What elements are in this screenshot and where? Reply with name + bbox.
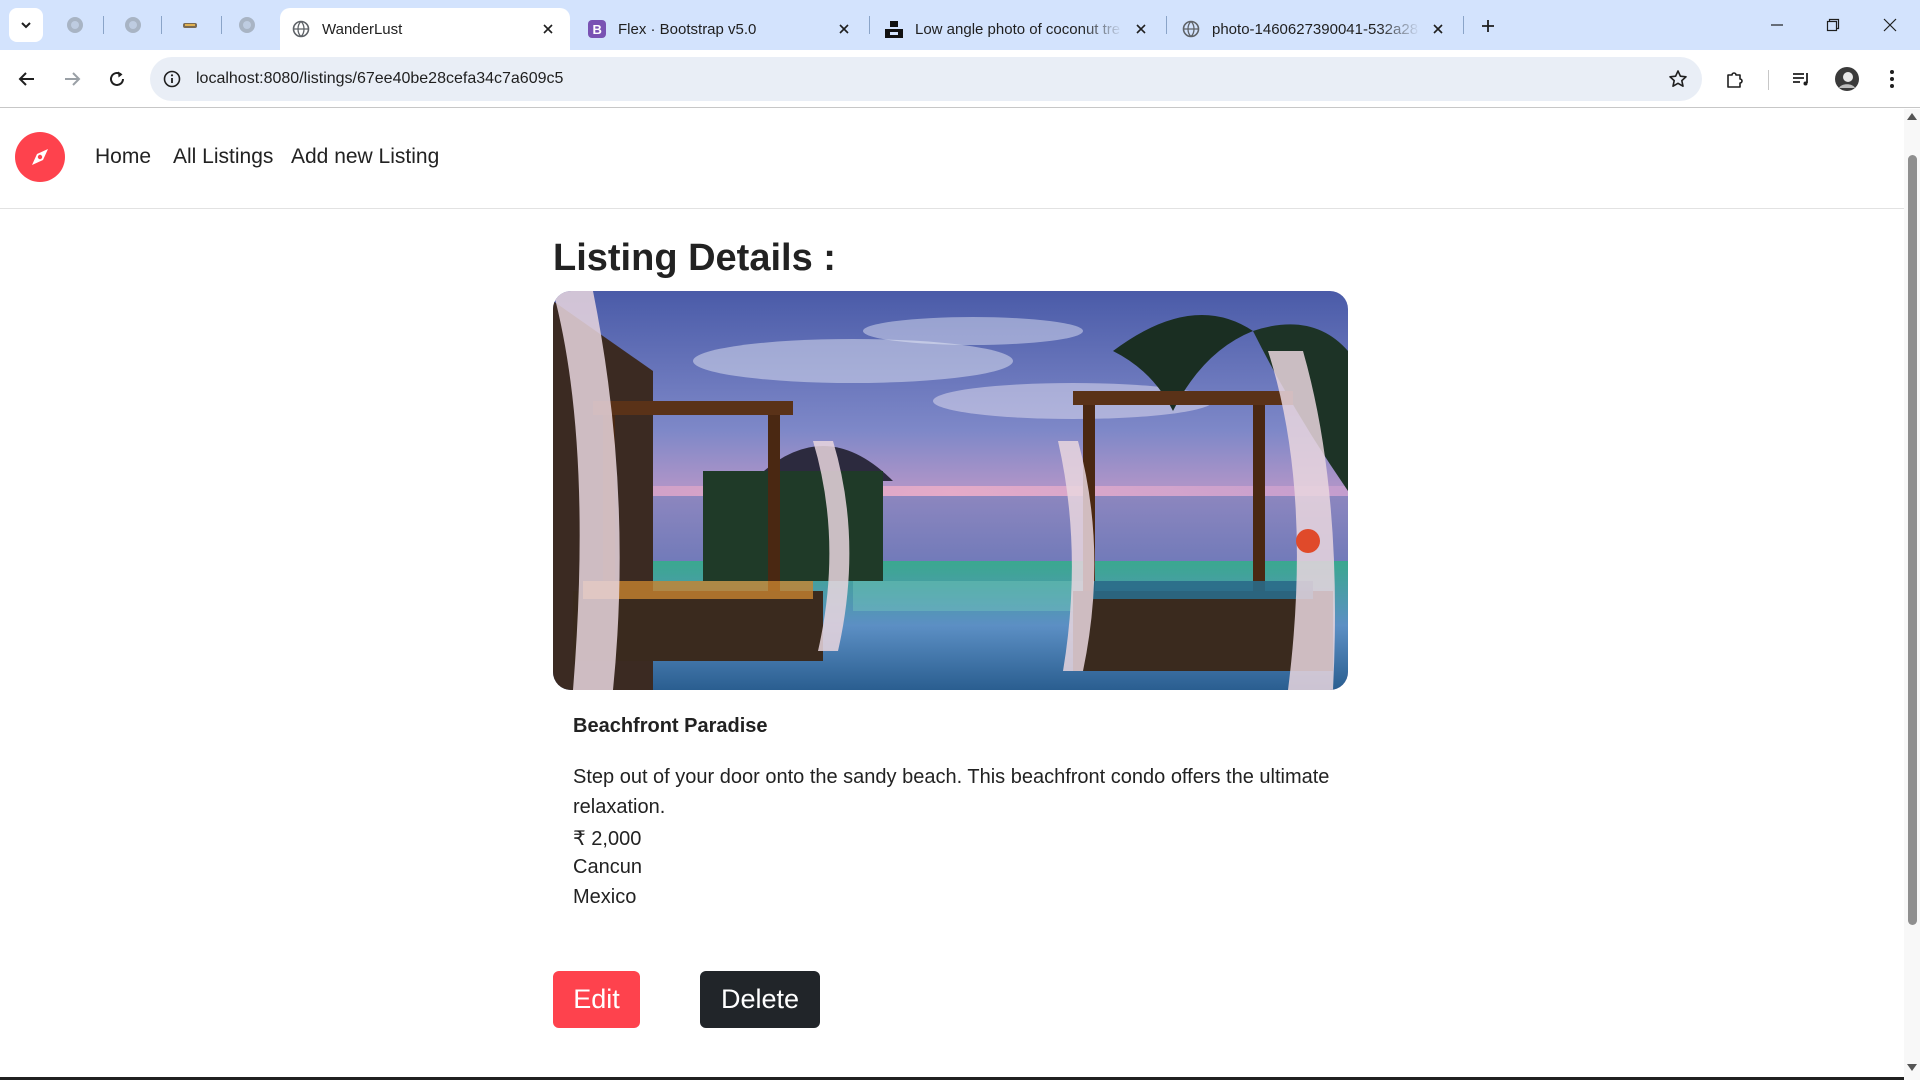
profile-avatar[interactable] [1830, 62, 1864, 96]
tab-wanderlust[interactable]: WanderLust [280, 8, 570, 50]
reload-icon [110, 71, 124, 86]
nav-all-listings-link[interactable]: All Listings [173, 145, 273, 169]
delete-button[interactable]: Delete [700, 971, 820, 1028]
tab-bootstrap[interactable]: B Flex · Bootstrap v5.0 [576, 8, 866, 50]
puzzle-icon [1727, 72, 1743, 88]
close-icon[interactable] [538, 19, 558, 39]
chevron-down-icon [21, 22, 31, 29]
restore-icon [1826, 18, 1840, 32]
pinned-tab-1[interactable] [62, 12, 88, 38]
scroll-up-arrow-icon[interactable] [1907, 113, 1917, 120]
listing-photo [553, 291, 1348, 690]
listing-image [553, 291, 1348, 690]
arrow-left-icon [18, 72, 34, 86]
listing-location: Cancun [573, 856, 642, 878]
playlist-icon [1793, 73, 1808, 86]
close-icon [1883, 18, 1897, 32]
more-vertical-icon [1890, 70, 1894, 88]
address-bar[interactable]: localhost:8080/listings/67ee40be28cefa34… [150, 57, 1702, 101]
avatar-icon [1835, 67, 1859, 91]
tab-separator [103, 16, 104, 34]
pinned-tab-4[interactable] [234, 12, 260, 38]
pinned-tab-2[interactable] [120, 12, 146, 38]
close-icon[interactable] [1428, 19, 1448, 39]
tab-photo[interactable]: photo-1460627390041-532a28 [1170, 8, 1460, 50]
globe-icon [67, 17, 83, 33]
new-tab-button[interactable] [1474, 12, 1502, 40]
forward-button[interactable] [55, 62, 89, 96]
bookmark-star-icon[interactable] [1668, 69, 1688, 89]
tab-separator [869, 16, 870, 34]
tab-unsplash[interactable]: Low angle photo of coconut tre [873, 8, 1163, 50]
tab-title: Flex · Bootstrap v5.0 [618, 20, 757, 38]
page-viewport: Home All Listings Add new Listing Listin… [0, 109, 1904, 1080]
restore-button[interactable] [1813, 8, 1853, 42]
page-scrollbar[interactable] [1904, 109, 1920, 1080]
tab-title: Low angle photo of coconut tre [915, 20, 1121, 38]
media-controls-button[interactable] [1784, 62, 1818, 96]
svg-text:B: B [593, 22, 602, 37]
scroll-down-arrow-icon[interactable] [1907, 1064, 1917, 1071]
app-icon [183, 23, 197, 28]
globe-icon [125, 17, 141, 33]
minimize-icon [1771, 24, 1783, 26]
tab-title: photo-1460627390041-532a28 [1212, 20, 1419, 38]
close-icon[interactable] [1131, 19, 1151, 39]
plus-icon [1482, 20, 1494, 32]
globe-icon [1182, 20, 1200, 38]
listing-price: ₹ 2,000 [573, 828, 642, 850]
url-text[interactable]: localhost:8080/listings/67ee40be28cefa34… [196, 70, 563, 88]
pinned-tab-3[interactable] [177, 12, 203, 38]
listing-title: Beachfront Paradise [573, 715, 768, 737]
listing-country: Mexico [573, 886, 637, 908]
edit-button[interactable]: Edit [553, 971, 640, 1028]
menu-button[interactable] [1875, 62, 1909, 96]
toolbar-separator [1768, 70, 1769, 90]
back-button[interactable] [10, 62, 44, 96]
page-title: Listing Details : [553, 237, 836, 279]
site-navbar: Home All Listings Add new Listing [0, 109, 1904, 209]
tab-separator [161, 16, 162, 34]
tab-title: WanderLust [322, 20, 403, 38]
tab-separator [1166, 16, 1167, 34]
tab-separator [221, 16, 222, 34]
close-icon[interactable] [834, 19, 854, 39]
extensions-button[interactable] [1718, 62, 1752, 96]
nav-home-link[interactable]: Home [95, 145, 151, 169]
arrow-right-icon [65, 72, 81, 86]
browser-tab-strip: WanderLust B Flex · Bootstrap v5.0 Low a… [0, 0, 1920, 50]
scrollbar-thumb[interactable] [1908, 155, 1917, 925]
globe-icon [292, 20, 310, 38]
globe-icon [239, 17, 255, 33]
reload-button[interactable] [100, 62, 134, 96]
close-window-button[interactable] [1870, 8, 1910, 42]
compass-icon[interactable] [15, 132, 65, 182]
unsplash-icon [885, 20, 903, 38]
bootstrap-icon: B [588, 20, 606, 38]
tab-separator [1463, 16, 1464, 34]
listing-description: Step out of your door onto the sandy bea… [573, 766, 1330, 818]
info-icon[interactable] [162, 69, 182, 89]
nav-add-listing-link[interactable]: Add new Listing [291, 145, 439, 169]
minimize-button[interactable] [1757, 8, 1797, 42]
tab-search-button[interactable] [9, 8, 43, 42]
browser-toolbar: localhost:8080/listings/67ee40be28cefa34… [0, 50, 1920, 108]
